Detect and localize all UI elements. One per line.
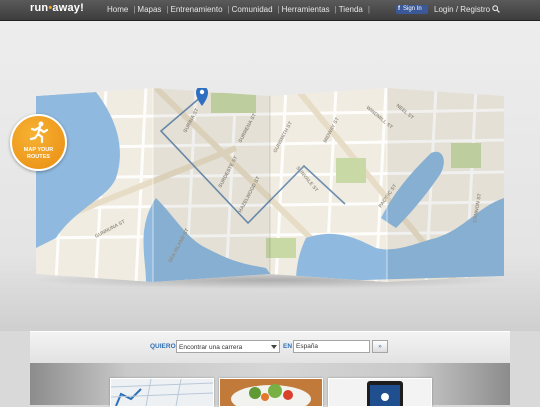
register-link[interactable]: Registro xyxy=(460,5,490,14)
search-go-button[interactable]: » xyxy=(372,340,388,353)
feature-card-nutrition[interactable] xyxy=(219,378,323,407)
auth-links: Login / Registro xyxy=(434,5,490,14)
folded-map[interactable]: SURINA ST SURRENA ST GUNNUNA ST SEA ISLA… xyxy=(36,88,504,282)
nav-herramientas[interactable]: Herramientas xyxy=(282,5,335,14)
nav-comunidad[interactable]: Comunidad xyxy=(232,5,278,14)
activity-select-value: Encontrar una carrera xyxy=(179,344,243,351)
nav-mapas[interactable]: Mapas xyxy=(137,5,166,14)
en-label: EN xyxy=(283,343,293,350)
map-thumbnail-image xyxy=(111,379,213,406)
runner-icon xyxy=(29,121,49,144)
logo-text-away: away! xyxy=(52,2,84,14)
facebook-signin-button[interactable]: f Sign In xyxy=(396,5,428,14)
top-bar: run•away! Home | Mapas | Entrenamiento |… xyxy=(0,0,540,21)
search-icon[interactable] xyxy=(492,5,500,13)
search-go-label: » xyxy=(378,344,382,350)
quiero-label: QUIERO xyxy=(150,343,176,350)
badge-line2: ROUTES xyxy=(27,154,50,160)
map-your-routes-badge[interactable]: MAP YOUR ROUTES xyxy=(10,114,67,171)
nav-entrenamiento[interactable]: Entrenamiento xyxy=(171,5,228,14)
nav-separator: | xyxy=(367,5,370,14)
auth-separator: / xyxy=(455,5,459,14)
country-input[interactable]: España xyxy=(293,340,370,353)
badge-text: MAP YOUR ROUTES xyxy=(12,147,65,161)
logo[interactable]: run•away! xyxy=(30,2,84,14)
chevron-down-icon xyxy=(271,345,277,349)
badge-line1: MAP YOUR xyxy=(23,147,54,153)
feature-card-mobile[interactable] xyxy=(328,378,432,407)
salad-image xyxy=(220,379,322,406)
facebook-icon: f xyxy=(398,6,400,12)
activity-select[interactable]: Encontrar una carrera xyxy=(176,340,280,353)
logo-text-run: run xyxy=(30,2,49,14)
nav-home[interactable]: Home xyxy=(107,5,133,14)
smartphone-image xyxy=(329,379,431,406)
country-input-value: España xyxy=(296,343,319,350)
feature-card-maps[interactable] xyxy=(110,378,214,407)
facebook-signin-label: Sign In xyxy=(403,6,422,12)
login-link[interactable]: Login xyxy=(434,5,454,14)
nav-tienda[interactable]: Tienda xyxy=(339,5,368,14)
main-nav: Home | Mapas | Entrenamiento | Comunidad… xyxy=(107,5,372,14)
